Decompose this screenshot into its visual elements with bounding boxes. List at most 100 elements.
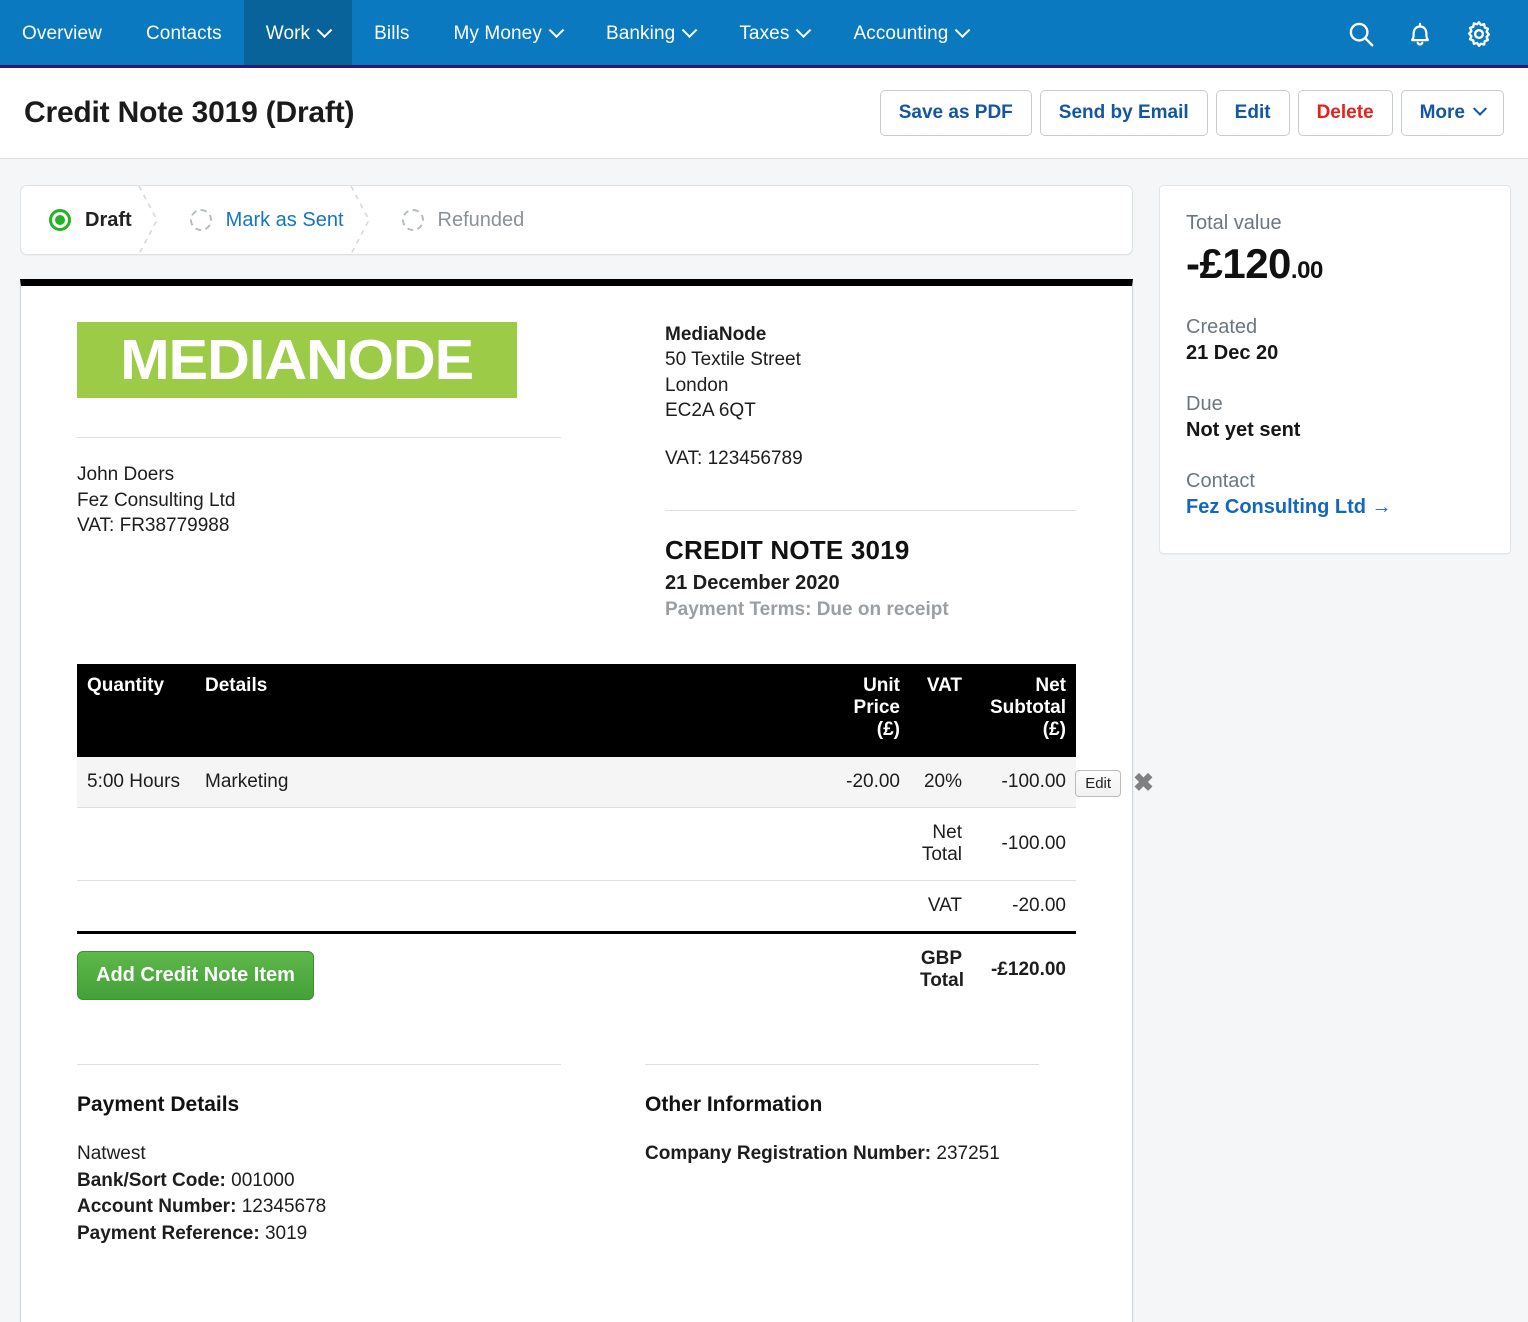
row-tools: Edit ✖ bbox=[1075, 770, 1154, 797]
credit-note-document: MEDIANODE John Doers Fez Consulting Ltd … bbox=[20, 279, 1133, 1322]
cheque-footnote: Please make all cheques payable to Natha… bbox=[77, 1248, 645, 1322]
nav-item-label: Taxes bbox=[739, 23, 789, 45]
company-logo-text: MEDIANODE bbox=[121, 327, 474, 393]
radio-empty-icon bbox=[190, 209, 212, 231]
nav-item-taxes[interactable]: Taxes bbox=[717, 0, 831, 68]
nav-item-label: Accounting bbox=[853, 23, 948, 45]
gear-icon[interactable] bbox=[1464, 19, 1494, 49]
payment-details-block: Payment Details Natwest Bank/Sort Code: … bbox=[77, 1064, 645, 1322]
nav-item-label: Overview bbox=[22, 23, 102, 45]
save-as-pdf-button[interactable]: Save as PDF bbox=[880, 90, 1032, 136]
total-value-main: -£120 bbox=[1186, 240, 1291, 287]
nav-item-contacts[interactable]: Contacts bbox=[124, 0, 244, 68]
contact-link[interactable]: Fez Consulting Ltd → bbox=[1186, 493, 1392, 519]
step-separator-icon bbox=[349, 186, 375, 254]
status-step-label: Draft bbox=[85, 209, 132, 232]
chevron-down-icon bbox=[317, 22, 333, 38]
nav-item-bills[interactable]: Bills bbox=[352, 0, 431, 68]
due-value: Not yet sent bbox=[1186, 416, 1484, 442]
document-top-section: MEDIANODE John Doers Fez Consulting Ltd … bbox=[77, 322, 1076, 621]
page-header: Credit Note 3019 (Draft) Save as PDF Sen… bbox=[0, 68, 1528, 159]
company-address-line1: 50 Textile Street bbox=[665, 347, 1076, 372]
cell-empty bbox=[195, 808, 824, 881]
bill-to-name: John Doers bbox=[77, 462, 665, 488]
chevron-down-icon bbox=[682, 22, 698, 38]
bill-to-company: Fez Consulting Ltd bbox=[77, 488, 665, 514]
created-label: Created bbox=[1186, 316, 1484, 339]
company-registration-label: Company Registration Number: bbox=[645, 1143, 931, 1164]
contact-block: Contact Fez Consulting Ltd → bbox=[1186, 442, 1484, 519]
more-button[interactable]: More bbox=[1401, 90, 1504, 136]
delete-button[interactable]: Delete bbox=[1298, 90, 1393, 136]
step-separator-icon bbox=[137, 186, 163, 254]
cell-empty bbox=[824, 808, 910, 881]
payment-details-heading: Payment Details bbox=[77, 1065, 645, 1117]
nav-item-label: Banking bbox=[606, 23, 675, 45]
status-step-refunded[interactable]: Refunded bbox=[374, 186, 555, 254]
page-title: Credit Note 3019 (Draft) bbox=[24, 96, 354, 130]
cell-vat: 20% bbox=[910, 757, 972, 808]
grand-total-label: GBP Total bbox=[910, 933, 972, 1007]
summary-value-net-total: -100.00 bbox=[972, 808, 1076, 881]
more-button-label: More bbox=[1420, 102, 1465, 124]
payment-bank-name: Natwest bbox=[77, 1141, 645, 1168]
page-body: Draft Mark as Sent Refunded bbox=[0, 159, 1528, 1322]
company-vat: VAT: 123456789 bbox=[665, 446, 1076, 471]
nav-item-label: Bills bbox=[374, 23, 409, 45]
created-block: Created 21 Dec 20 bbox=[1186, 288, 1484, 365]
sidebar-column: Total value -£120.00 Created 21 Dec 20 D… bbox=[1159, 185, 1511, 554]
status-step-draft[interactable]: Draft bbox=[21, 186, 162, 254]
other-information-heading: Other Information bbox=[645, 1065, 1076, 1117]
cell-unit-price: -20.00 bbox=[824, 757, 910, 808]
column-header-quantity: Quantity bbox=[77, 664, 195, 757]
cell-empty bbox=[824, 933, 910, 1007]
company-name: MediaNode bbox=[665, 324, 766, 345]
line-items-section: Quantity Details Unit Price (£) VAT Net … bbox=[77, 664, 1076, 1006]
chevron-down-icon bbox=[796, 22, 812, 38]
company-registration-row: Company Registration Number: 237251 bbox=[645, 1141, 1076, 1168]
company-logo: MEDIANODE bbox=[77, 322, 517, 398]
summary-label-vat: VAT bbox=[910, 881, 972, 933]
nav-item-banking[interactable]: Banking bbox=[584, 0, 717, 68]
status-step-mark-as-sent[interactable]: Mark as Sent bbox=[162, 186, 374, 254]
credit-note-date: 21 December 2020 bbox=[665, 566, 1076, 595]
nav-item-work[interactable]: Work bbox=[244, 0, 352, 68]
chevron-down-icon bbox=[1473, 102, 1487, 116]
payment-account-row: Account Number: 12345678 bbox=[77, 1194, 645, 1221]
edit-button[interactable]: Edit bbox=[1216, 90, 1290, 136]
summary-row-vat: VAT -20.00 bbox=[77, 881, 1076, 933]
main-column: Draft Mark as Sent Refunded bbox=[20, 185, 1133, 1322]
payment-sort-code-row: Bank/Sort Code: 001000 bbox=[77, 1168, 645, 1195]
table-row: 5:00 Hours Marketing -20.00 20% -100.00 bbox=[77, 757, 1076, 808]
nav-icon-group bbox=[1346, 0, 1528, 68]
contact-label: Contact bbox=[1186, 470, 1484, 493]
credit-note-title: CREDIT NOTE 3019 bbox=[665, 511, 1076, 566]
search-icon[interactable] bbox=[1346, 19, 1376, 49]
chevron-down-icon bbox=[955, 22, 971, 38]
radio-empty-icon bbox=[402, 209, 424, 231]
row-delete-icon[interactable]: ✖ bbox=[1133, 771, 1154, 796]
nav-item-accounting[interactable]: Accounting bbox=[831, 0, 990, 68]
summary-row-net-total: Net Total -100.00 bbox=[77, 808, 1076, 881]
status-step-label: Mark as Sent bbox=[226, 209, 344, 232]
bell-icon[interactable] bbox=[1406, 19, 1434, 49]
bill-to-vat: VAT: FR38779988 bbox=[77, 513, 665, 539]
status-progress-bar: Draft Mark as Sent Refunded bbox=[20, 185, 1133, 255]
cell-empty bbox=[77, 881, 195, 933]
payment-account-value: 12345678 bbox=[242, 1196, 327, 1217]
due-label: Due bbox=[1186, 393, 1484, 416]
top-navigation-bar: Overview Contacts Work Bills My Money Ba… bbox=[0, 0, 1528, 68]
total-value-cents: .00 bbox=[1291, 257, 1323, 284]
send-by-email-button[interactable]: Send by Email bbox=[1040, 90, 1208, 136]
add-credit-note-item-button[interactable]: Add Credit Note Item bbox=[77, 951, 314, 1000]
payment-reference-value: 3019 bbox=[265, 1223, 307, 1244]
chevron-down-icon bbox=[549, 22, 565, 38]
company-address-postcode: EC2A 6QT bbox=[665, 398, 1076, 423]
nav-item-my-money[interactable]: My Money bbox=[432, 0, 584, 68]
row-edit-button[interactable]: Edit bbox=[1075, 770, 1121, 797]
cell-empty bbox=[824, 881, 910, 933]
other-information-body: Company Registration Number: 237251 bbox=[645, 1117, 1076, 1168]
created-value: 21 Dec 20 bbox=[1186, 339, 1484, 365]
cell-quantity: 5:00 Hours bbox=[77, 757, 195, 808]
nav-item-overview[interactable]: Overview bbox=[0, 0, 124, 68]
